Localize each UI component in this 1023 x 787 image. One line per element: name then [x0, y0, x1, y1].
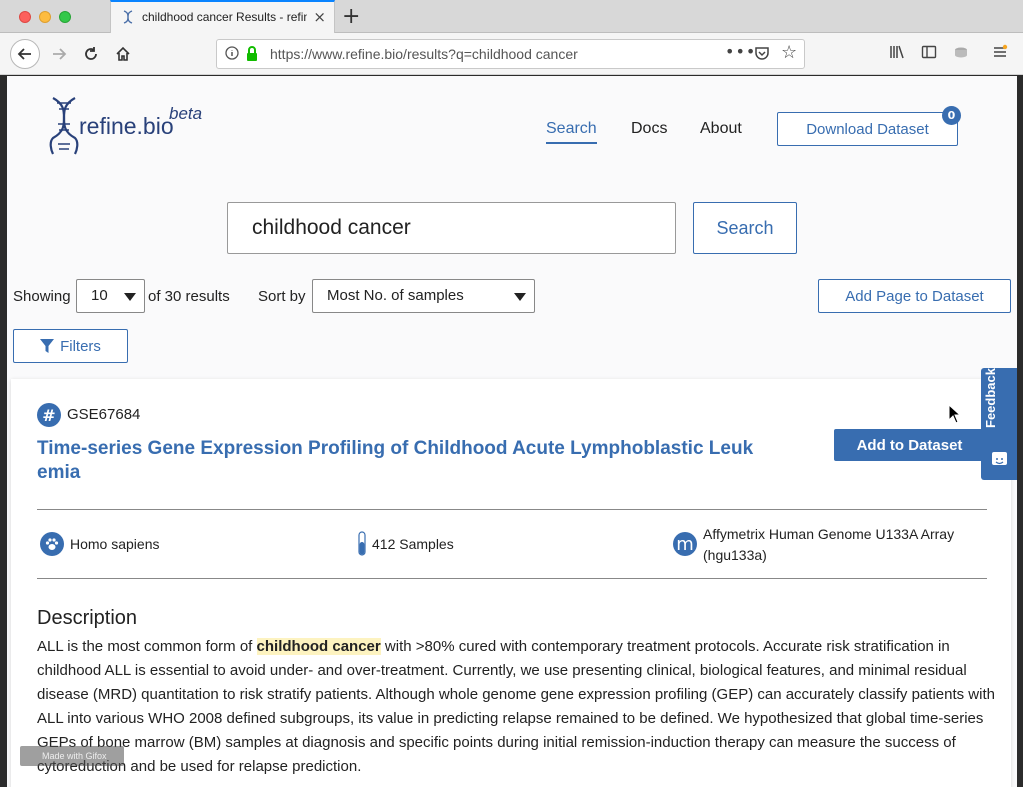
- new-tab-button[interactable]: +: [342, 4, 360, 29]
- bookmark-star-icon[interactable]: ☆: [781, 42, 797, 63]
- chevron-down-icon: [124, 293, 136, 301]
- result-card: # GSE67684 Time-series Gene Expression P…: [11, 379, 1011, 787]
- add-page-to-dataset-button[interactable]: Add Page to Dataset: [818, 279, 1011, 313]
- filters-label: Filters: [60, 337, 101, 355]
- add-to-dataset-button[interactable]: Add to Dataset: [834, 429, 985, 461]
- back-button[interactable]: [10, 39, 40, 69]
- feedback-label: Feedback: [983, 368, 998, 428]
- info-icon[interactable]: [225, 46, 239, 64]
- divider: [37, 509, 987, 510]
- nav-about[interactable]: About: [700, 120, 742, 138]
- feedback-tab[interactable]: Feedback: [981, 368, 1017, 480]
- refine-bio-logo[interactable]: refine.bio beta: [49, 96, 219, 160]
- mouse-cursor-icon: [948, 404, 962, 424]
- window-minimize-button[interactable]: [39, 11, 51, 23]
- results-count: of 30 results: [148, 288, 230, 305]
- dataset-count-badge: 0: [942, 106, 961, 125]
- paw-icon: [40, 532, 64, 556]
- sort-select[interactable]: Most No. of samples: [312, 279, 535, 313]
- browser-titlebar: childhood cancer Results - refine.bio × …: [0, 0, 1023, 33]
- sort-value: Most No. of samples: [327, 287, 464, 304]
- test-tube-icon: [358, 531, 366, 561]
- sort-label: Sort by: [258, 288, 306, 305]
- gifox-watermark: Made with Gifox: [20, 746, 124, 766]
- dna-favicon-icon: [121, 10, 135, 24]
- search-highlight: childhood cancer: [256, 638, 381, 655]
- reload-button[interactable]: [76, 39, 106, 69]
- nav-docs[interactable]: Docs: [631, 120, 667, 138]
- page-size-select[interactable]: 10: [76, 279, 145, 313]
- dna-logo-icon: [49, 97, 79, 155]
- search-input[interactable]: childhood cancer: [227, 202, 676, 254]
- library-icon[interactable]: [889, 44, 905, 64]
- tab-title: childhood cancer Results - refine.bio: [142, 10, 307, 24]
- platform: Affymetrix Human Genome U133A Array (hgu…: [703, 526, 955, 563]
- extension-icon[interactable]: [953, 44, 969, 64]
- sample-count: 412 Samples: [372, 536, 454, 552]
- menu-icon[interactable]: [992, 44, 1008, 64]
- description-text: ALL is the most common form of childhood…: [37, 638, 995, 775]
- accession-code: GSE67684: [67, 406, 141, 423]
- address-bar[interactable]: https://www.refine.bio/results?q=childho…: [216, 39, 805, 69]
- page-actions-icon[interactable]: •••: [725, 42, 756, 61]
- download-dataset-button[interactable]: Download Dataset: [777, 112, 958, 146]
- browser-toolbar: https://www.refine.bio/results?q=childho…: [0, 33, 1023, 75]
- hash-icon: #: [37, 403, 61, 427]
- organism: Homo sapiens: [70, 536, 160, 552]
- window-maximize-button[interactable]: [59, 11, 71, 23]
- divider: [37, 578, 987, 579]
- logo-beta: beta: [169, 104, 203, 123]
- browser-tab[interactable]: childhood cancer Results - refine.bio ×: [110, 0, 335, 33]
- page-content: refine.bio beta Search Docs About Downlo…: [7, 76, 1017, 787]
- showing-label: Showing: [13, 288, 71, 305]
- reload-icon: [85, 47, 97, 60]
- url-text: https://www.refine.bio/results?q=childho…: [270, 46, 578, 62]
- page-size-value: 10: [91, 287, 108, 304]
- chevron-down-icon: [514, 293, 526, 301]
- back-arrow-icon: [17, 48, 31, 60]
- description-heading: Description: [37, 607, 138, 629]
- logo-text: refine.bio: [79, 113, 174, 139]
- platform-icon: m: [673, 532, 697, 556]
- filter-icon: [40, 339, 55, 353]
- home-icon: [116, 46, 130, 61]
- home-button[interactable]: [108, 39, 138, 69]
- forward-arrow-icon: [53, 48, 67, 60]
- filters-button[interactable]: Filters: [13, 329, 128, 363]
- nav-search[interactable]: Search: [546, 120, 597, 144]
- chat-icon: [992, 452, 1007, 465]
- pocket-icon[interactable]: [754, 45, 770, 61]
- watermark-text: Made with Gifox: [42, 751, 107, 761]
- sidebar-icon[interactable]: [921, 44, 937, 64]
- forward-button[interactable]: [44, 39, 74, 69]
- tab-close-icon[interactable]: ×: [313, 8, 326, 26]
- window-close-button[interactable]: [19, 11, 31, 23]
- result-title[interactable]: Time-series Gene Expression Profiling of…: [37, 437, 757, 485]
- lock-icon: [245, 45, 259, 63]
- search-button[interactable]: Search: [693, 202, 797, 254]
